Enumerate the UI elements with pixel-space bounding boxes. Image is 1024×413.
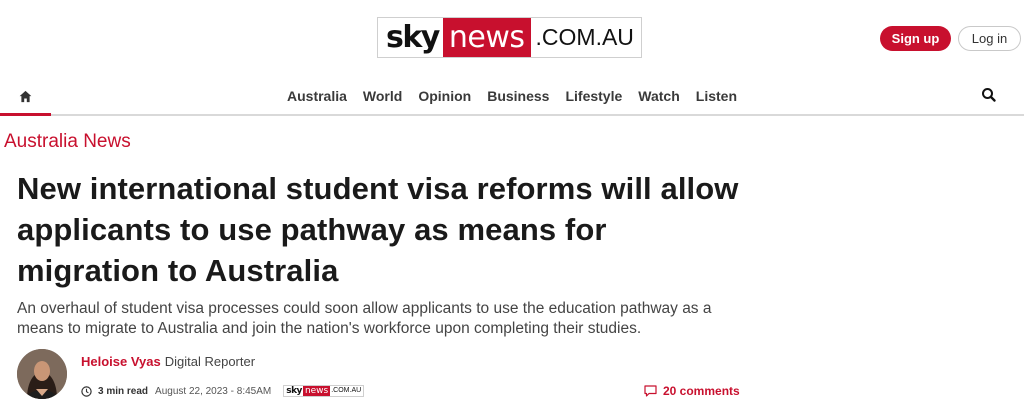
- search-button[interactable]: [980, 86, 998, 104]
- nav-links: Australia World Opinion Business Lifesty…: [287, 78, 753, 114]
- source-logo-domain: .COM.AU: [331, 387, 362, 394]
- byline: Heloise Vyas Digital Reporter: [81, 354, 255, 369]
- article-standfirst: An overhaul of student visa processes co…: [17, 300, 712, 337]
- signup-button[interactable]: Sign up: [880, 26, 951, 51]
- author-avatar[interactable]: [17, 349, 67, 399]
- author-name[interactable]: Heloise Vyas: [81, 354, 161, 369]
- search-icon: [982, 88, 996, 102]
- nav-item-world[interactable]: World: [363, 88, 402, 104]
- source-logo-news: news: [302, 386, 331, 396]
- nav-item-business[interactable]: Business: [487, 88, 549, 104]
- logo-domain: .COM.AU: [530, 18, 641, 57]
- logo-news: news: [442, 18, 531, 57]
- nav-item-lifestyle[interactable]: Lifestyle: [565, 88, 622, 104]
- site-header: sky news .COM.AU Sign up Log in: [0, 0, 1024, 78]
- main-nav: Australia World Opinion Business Lifesty…: [0, 78, 1024, 116]
- clock-icon: [81, 385, 92, 397]
- author-role: Digital Reporter: [164, 354, 256, 369]
- login-button[interactable]: Log in: [958, 26, 1021, 51]
- nav-item-australia[interactable]: Australia: [287, 88, 347, 104]
- read-time: 3 min read: [98, 385, 149, 397]
- section-label[interactable]: Australia News: [4, 131, 131, 153]
- article-meta: 3 min read August 22, 2023 - 8:45AM sky …: [81, 383, 365, 399]
- nav-item-opinion[interactable]: Opinion: [418, 88, 471, 104]
- nav-home-tab[interactable]: [0, 78, 51, 116]
- source-logo-sky: sky: [286, 386, 302, 396]
- home-icon: [19, 90, 32, 103]
- article-headline: New international student visa reforms w…: [17, 171, 739, 288]
- publish-date: August 22, 2023 - 8:45AM: [155, 385, 272, 397]
- author-photo: [17, 349, 67, 399]
- comments-link[interactable]: 20 comments: [644, 383, 740, 399]
- comment-icon: [644, 385, 657, 397]
- sky-news-logo[interactable]: sky news .COM.AU: [377, 17, 642, 58]
- logo-sky: sky: [378, 18, 443, 57]
- source-logo: sky news .COM.AU: [283, 385, 365, 397]
- nav-item-watch[interactable]: Watch: [638, 88, 679, 104]
- nav-item-listen[interactable]: Listen: [696, 88, 737, 104]
- comments-count: 20 comments: [663, 384, 740, 398]
